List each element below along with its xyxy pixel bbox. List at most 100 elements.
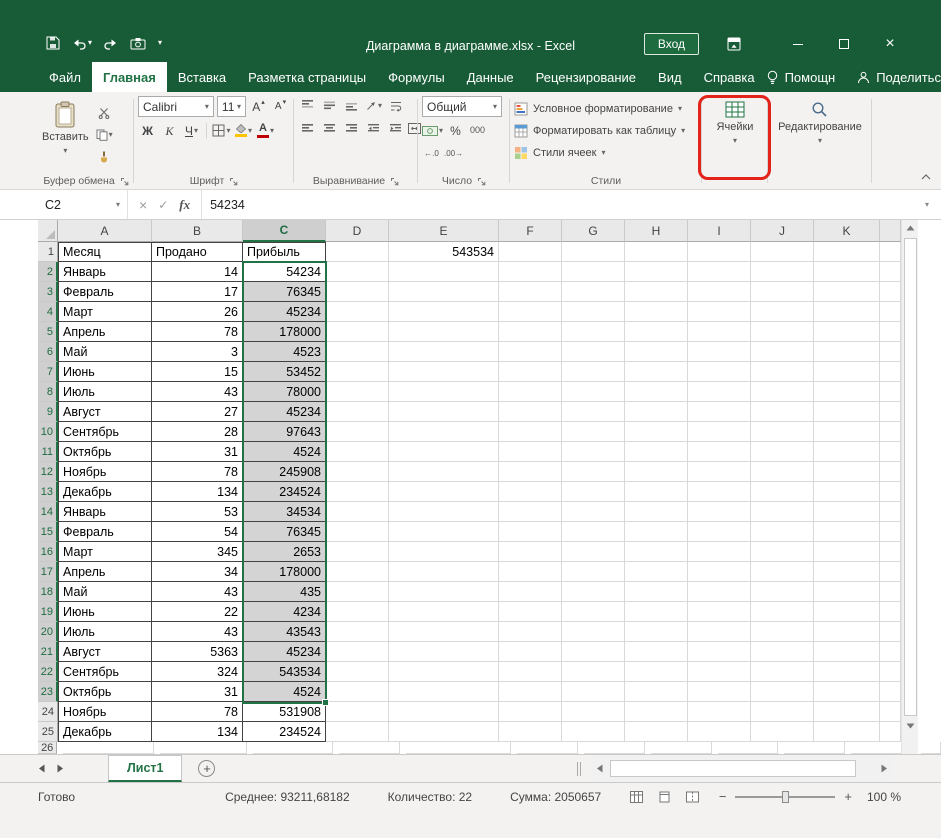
cell-C24[interactable]: 531908	[243, 702, 326, 722]
cell-B26[interactable]	[160, 742, 248, 754]
column-header-E[interactable]: E	[389, 220, 499, 242]
cell-I4[interactable]	[688, 302, 751, 322]
row-header-2[interactable]: 2	[38, 262, 58, 282]
cell-J9[interactable]	[751, 402, 814, 422]
cell-E11[interactable]	[389, 442, 499, 462]
cell-C17[interactable]: 178000	[243, 562, 326, 582]
cell-F18[interactable]	[499, 582, 562, 602]
cell-B22[interactable]: 324	[152, 662, 243, 682]
cell-C15[interactable]: 76345	[243, 522, 326, 542]
cell-G22[interactable]	[562, 662, 625, 682]
cell-F16[interactable]	[499, 542, 562, 562]
dialog-launcher-icon[interactable]	[120, 177, 129, 186]
copy-button[interactable]: ▾	[95, 125, 114, 144]
cell-G15[interactable]	[562, 522, 625, 542]
column-header-H[interactable]: H	[625, 220, 688, 242]
cell-styles-button[interactable]: Стили ячеек ▾	[514, 143, 698, 162]
tell-me-button[interactable]: Помощн	[766, 70, 836, 85]
cell-B6[interactable]: 3	[152, 342, 243, 362]
cell-I25[interactable]	[688, 722, 751, 742]
cell-I22[interactable]	[688, 662, 751, 682]
cell-J10[interactable]	[751, 422, 814, 442]
column-header-C[interactable]: C	[243, 220, 326, 242]
cell-H22[interactable]	[625, 662, 688, 682]
cell-H19[interactable]	[625, 602, 688, 622]
cell-G7[interactable]	[562, 362, 625, 382]
cell-J22[interactable]	[751, 662, 814, 682]
cell-G9[interactable]	[562, 402, 625, 422]
cell-C12[interactable]: 245908	[243, 462, 326, 482]
cell-D25[interactable]	[326, 722, 389, 742]
cell-E4[interactable]	[389, 302, 499, 322]
cell-K24[interactable]	[814, 702, 880, 722]
cell-K2[interactable]	[814, 262, 880, 282]
cell-E2[interactable]	[389, 262, 499, 282]
cell-F13[interactable]	[499, 482, 562, 502]
cell-H3[interactable]	[625, 282, 688, 302]
cell-J18[interactable]	[751, 582, 814, 602]
cell-C16[interactable]: 2653	[243, 542, 326, 562]
tab-review[interactable]: Рецензирование	[525, 62, 647, 92]
cell-A17[interactable]: Апрель	[58, 562, 152, 582]
cell-C4[interactable]: 45234	[243, 302, 326, 322]
column-header-partial[interactable]	[880, 220, 901, 242]
cell-E26[interactable]	[406, 742, 512, 754]
cell-B25[interactable]: 134	[152, 722, 243, 742]
cell-H4[interactable]	[625, 302, 688, 322]
cell-C3[interactable]: 76345	[243, 282, 326, 302]
cell-E1[interactable]: 543534	[389, 242, 499, 262]
row-header-8[interactable]: 8	[38, 382, 58, 402]
cell-B9[interactable]: 27	[152, 402, 243, 422]
cell-I7[interactable]	[688, 362, 751, 382]
cell-I15[interactable]	[688, 522, 751, 542]
row-header-12[interactable]: 12	[38, 462, 58, 482]
cell-E19[interactable]	[389, 602, 499, 622]
align-top-button[interactable]	[298, 96, 317, 115]
cells-button[interactable]: Ячейки ▾	[717, 96, 754, 189]
scroll-up-button[interactable]	[902, 220, 918, 236]
maximize-button[interactable]	[821, 30, 867, 58]
add-sheet-button[interactable]: +	[198, 760, 215, 777]
cell-I10[interactable]	[688, 422, 751, 442]
cell-I18[interactable]	[688, 582, 751, 602]
cell-B4[interactable]: 26	[152, 302, 243, 322]
cell-J11[interactable]	[751, 442, 814, 462]
cell-F19[interactable]	[499, 602, 562, 622]
cell-A6[interactable]: Май	[58, 342, 152, 362]
cell-E3[interactable]	[389, 282, 499, 302]
cell-E18[interactable]	[389, 582, 499, 602]
cell-I6[interactable]	[688, 342, 751, 362]
cell-E13[interactable]	[389, 482, 499, 502]
cell-D16[interactable]	[326, 542, 389, 562]
cell-F5[interactable]	[499, 322, 562, 342]
cell-J14[interactable]	[751, 502, 814, 522]
cell-I17[interactable]	[688, 562, 751, 582]
cell-H7[interactable]	[625, 362, 688, 382]
cell-J15[interactable]	[751, 522, 814, 542]
tab-view[interactable]: Вид	[647, 62, 693, 92]
cell-D17[interactable]	[326, 562, 389, 582]
align-right-button[interactable]	[342, 119, 361, 138]
cell-B12[interactable]: 78	[152, 462, 243, 482]
underline-button[interactable]: Ч ▾	[182, 121, 201, 140]
cell-K3[interactable]	[814, 282, 880, 302]
cell-I1[interactable]	[688, 242, 751, 262]
cell-J8[interactable]	[751, 382, 814, 402]
cell-A24[interactable]: Ноябрь	[58, 702, 152, 722]
row-header-17[interactable]: 17	[38, 562, 58, 582]
cell-C25[interactable]: 234524	[243, 722, 326, 742]
cell-J6[interactable]	[751, 342, 814, 362]
dialog-launcher-icon[interactable]	[390, 177, 399, 186]
row-header-7[interactable]: 7	[38, 362, 58, 382]
row-header-23[interactable]: 23	[38, 682, 58, 702]
cell-F12[interactable]	[499, 462, 562, 482]
cell-J4[interactable]	[751, 302, 814, 322]
cell-H2[interactable]	[625, 262, 688, 282]
row-header-18[interactable]: 18	[38, 582, 58, 602]
cell-H21[interactable]	[625, 642, 688, 662]
zoom-level[interactable]: 100 %	[861, 790, 901, 804]
decrease-decimal-button[interactable]: .00→	[444, 144, 463, 163]
bold-button[interactable]: Ж	[138, 121, 157, 140]
row-header-9[interactable]: 9	[38, 402, 58, 422]
cell-A3[interactable]: Февраль	[58, 282, 152, 302]
